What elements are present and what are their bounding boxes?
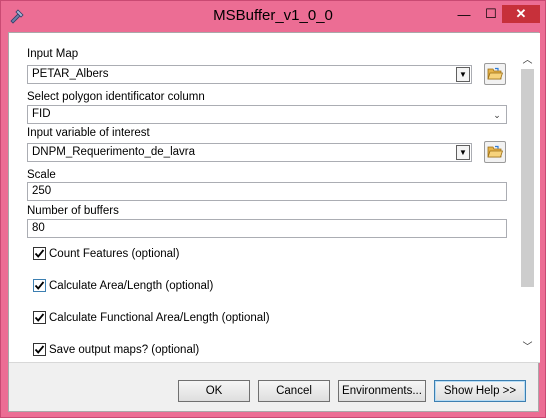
show-help-button[interactable]: Show Help >> [434,380,526,402]
scroll-up-icon[interactable]: ︿ [520,51,535,66]
folder-open-icon [487,145,503,158]
title-bar[interactable]: MSBuffer_v1_0_0 — ☐ ✕ [1,1,545,32]
save-output-checkbox[interactable] [33,343,46,356]
input-map-value: PETAR_Albers [32,68,109,80]
variable-combo[interactable]: DNPM_Requerimento_de_lavra ▼ [27,143,472,162]
count-features-label: Count Features (optional) [49,247,180,260]
cancel-button[interactable]: Cancel [258,380,330,402]
variable-value: DNPM_Requerimento_de_lavra [32,146,195,158]
dialog-body: Input Map PETAR_Albers ▼ Select polygon … [8,32,540,412]
variable-label: Input variable of interest [27,127,150,139]
save-output-label: Save output maps? (optional) [49,343,200,356]
close-button[interactable]: ✕ [502,5,540,23]
calc-functional-area-label: Calculate Functional Area/Length (option… [49,311,270,324]
ok-button[interactable]: OK [178,380,250,402]
id-column-label: Select polygon identificator column [27,91,205,103]
chevron-down-icon[interactable]: ▼ [456,145,470,160]
dialog-window: MSBuffer_v1_0_0 — ☐ ✕ Input Map PETAR_Al… [0,0,546,418]
calc-area-option[interactable]: Calculate Area/Length (optional) [33,279,213,292]
scroll-thumb[interactable] [521,69,534,287]
input-map-browse-button[interactable] [484,63,506,85]
count-features-option[interactable]: Count Features (optional) [33,247,179,260]
variable-browse-button[interactable] [484,141,506,163]
checkmark-icon [34,345,45,354]
calc-functional-area-checkbox[interactable] [33,311,46,324]
checkmark-icon [34,249,45,258]
save-output-option[interactable]: Save output maps? (optional) [33,343,199,356]
input-map-label: Input Map [27,48,79,60]
environments-button[interactable]: Environments... [338,380,426,402]
checkmark-icon [34,281,45,290]
calc-functional-area-option[interactable]: Calculate Functional Area/Length (option… [33,311,270,324]
calc-area-label: Calculate Area/Length (optional) [49,279,214,292]
minimize-button[interactable]: — [452,5,476,23]
scroll-down-icon[interactable]: ﹀ [520,338,535,353]
checkmark-icon [34,313,45,322]
id-column-combo[interactable]: FID ⌄ [27,105,507,124]
maximize-button[interactable]: ☐ [479,5,503,23]
vertical-scrollbar[interactable]: ︿ ﹀ [520,51,535,353]
scale-input[interactable]: 250 [27,182,507,201]
parameters-panel[interactable]: Input Map PETAR_Albers ▼ Select polygon … [9,33,540,363]
chevron-down-icon[interactable]: ⌄ [492,108,502,122]
input-map-combo[interactable]: PETAR_Albers ▼ [27,65,472,84]
scale-label: Scale [27,169,56,181]
count-features-checkbox[interactable] [33,247,46,260]
calc-area-checkbox[interactable] [33,279,46,292]
id-column-value: FID [32,108,51,120]
num-buffers-input[interactable]: 80 [27,219,507,238]
folder-open-icon [487,67,503,80]
chevron-down-icon[interactable]: ▼ [456,67,470,82]
num-buffers-label: Number of buffers [27,205,119,217]
